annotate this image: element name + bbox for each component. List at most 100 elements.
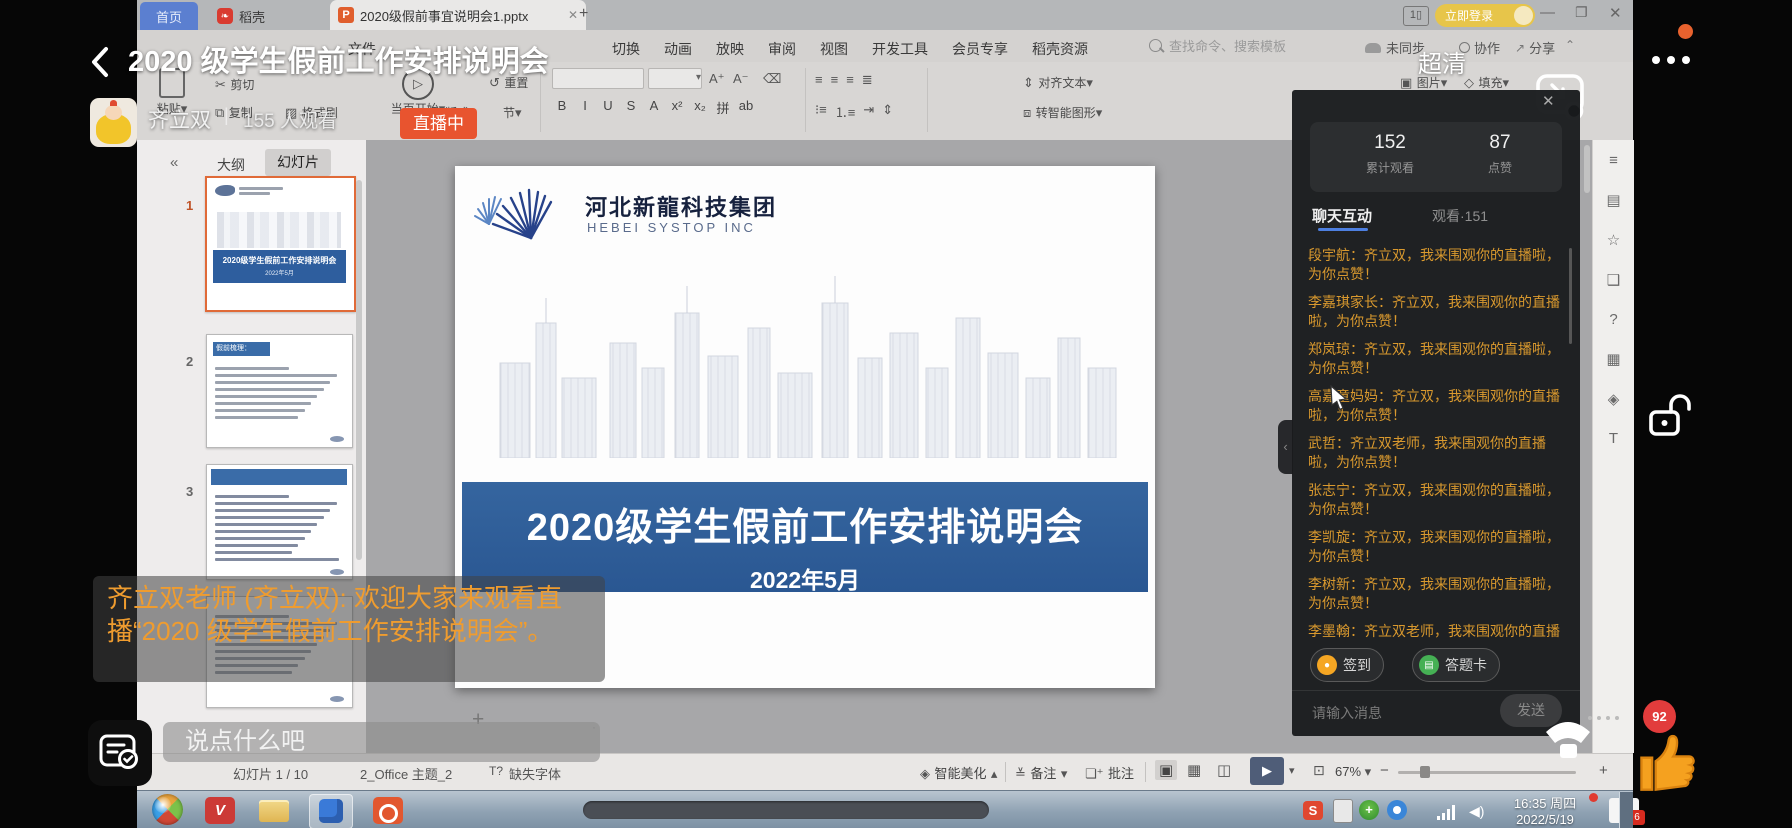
thumbs-up-button[interactable]: [1626, 722, 1702, 798]
menu-item[interactable]: 开发工具: [872, 39, 928, 59]
clock[interactable]: 16:35 周四 2022/5/19: [1499, 793, 1591, 827]
stream-quality-button[interactable]: 超清: [1418, 44, 1466, 79]
align-buttons-row2[interactable]: ⁝≡ ⒈≡ ⇥ ⇕: [815, 102, 893, 121]
taskbar-app-folder[interactable]: [259, 800, 289, 822]
device-icon[interactable]: 1▯: [1403, 6, 1429, 26]
font-style-button[interactable]: A: [644, 98, 664, 117]
comments-button[interactable]: ❏⁺ 批注: [1085, 763, 1134, 783]
chat-close-icon[interactable]: ✕: [1542, 92, 1555, 110]
tray-circle-icon[interactable]: [1387, 800, 1407, 820]
login-button[interactable]: 立即登录: [1435, 4, 1535, 27]
start-button[interactable]: [152, 794, 183, 825]
font-style-button[interactable]: 拼: [713, 98, 733, 117]
comment-input[interactable]: 说点什么吧: [163, 722, 600, 762]
align-text-button[interactable]: ⇕ 对齐文本▾: [1023, 74, 1093, 92]
new-tab-button[interactable]: +: [579, 5, 588, 23]
slide-thumbnail-3[interactable]: [206, 464, 353, 580]
notes-button[interactable]: ≚ 备注 ▾: [1015, 763, 1067, 783]
chat-input-placeholder[interactable]: 请输入消息: [1312, 703, 1382, 723]
menu-item[interactable]: 放映: [716, 39, 744, 59]
tray-shield-icon[interactable]: +: [1359, 800, 1379, 820]
number-list-icon[interactable]: ⒈≡: [835, 102, 856, 121]
font-style-button[interactable]: x²: [667, 98, 687, 117]
more-menu-icon[interactable]: [1652, 56, 1690, 64]
tab-home[interactable]: 首页: [140, 2, 198, 30]
menu-item[interactable]: 动画: [664, 39, 692, 59]
status-missing-font[interactable]: 缺失字体: [509, 764, 561, 783]
tab-chat-interaction[interactable]: 聊天互动: [1312, 205, 1372, 226]
unlock-button[interactable]: [1644, 390, 1694, 446]
comment-panel-button[interactable]: [88, 720, 152, 786]
tab-docer[interactable]: ❧ 稻壳: [209, 2, 307, 30]
tab-close-icon[interactable]: ✕: [568, 8, 578, 22]
zoom-slider-knob[interactable]: [1420, 766, 1430, 778]
thumbnail-scrollbar[interactable]: [356, 180, 362, 560]
zoom-level[interactable]: 67% ▾: [1335, 764, 1371, 780]
right-strip-icon[interactable]: ▤: [1602, 191, 1626, 209]
font-style-button[interactable]: I: [575, 98, 595, 117]
right-strip-icon[interactable]: ?: [1602, 311, 1626, 328]
font-style-button[interactable]: S: [621, 98, 641, 117]
tray-volume-icon[interactable]: ◀): [1469, 803, 1484, 820]
font-style-button[interactable]: U: [598, 98, 618, 117]
tab-file-active[interactable]: P 2020级假前事宜说明会1.pptx ✕: [330, 0, 586, 30]
font-size-select[interactable]: ▾: [648, 68, 702, 89]
window-minimize-button[interactable]: —: [1540, 4, 1555, 21]
window-restore-button[interactable]: ❐: [1575, 4, 1588, 21]
right-strip-icon[interactable]: T: [1602, 430, 1626, 447]
right-strip-icon[interactable]: ≡: [1602, 152, 1626, 169]
menu-item[interactable]: 切换: [612, 39, 640, 59]
slideshow-play-button[interactable]: ▶: [1250, 757, 1284, 785]
fit-window-icon[interactable]: ⊡: [1313, 762, 1325, 779]
ribbon-collapse-icon[interactable]: ⌃: [1565, 38, 1575, 52]
align-buttons-row1[interactable]: ≡≡≡≣: [815, 72, 873, 88]
zoom-out-button[interactable]: −: [1380, 762, 1389, 779]
slide-thumbnail-1[interactable]: 2020级学生假前工作安排说明会 2022年5月: [205, 176, 356, 312]
align-left-icon[interactable]: ≡: [815, 72, 823, 88]
sign-in-button[interactable]: ● 签到: [1310, 648, 1384, 682]
panel-tab-outline[interactable]: 大纲: [217, 155, 245, 175]
canvas-scrollbar[interactable]: [1584, 145, 1590, 193]
tab-watchers[interactable]: 观看·151: [1432, 206, 1488, 226]
view-normal-icon[interactable]: ▣: [1155, 760, 1177, 780]
indent-icon[interactable]: ⇥: [863, 102, 874, 121]
view-reading-icon[interactable]: ◫: [1217, 761, 1231, 779]
streamer-avatar[interactable]: [90, 98, 137, 147]
panel-tab-slides[interactable]: 幻灯片: [265, 149, 331, 176]
taskbar-app-1[interactable]: V: [205, 797, 235, 824]
tray-clipboard-icon[interactable]: [1333, 799, 1353, 823]
font-grow-button[interactable]: A⁺: [709, 70, 725, 88]
beautify-button[interactable]: ◈ 智能美化 ▴: [920, 763, 997, 783]
status-theme[interactable]: 2_Office 主题_2: [360, 764, 452, 783]
menu-item[interactable]: 审阅: [768, 39, 796, 59]
menu-item[interactable]: 视图: [820, 39, 848, 59]
chat-scrollbar[interactable]: [1569, 248, 1572, 344]
zoom-in-button[interactable]: +: [1599, 762, 1608, 779]
font-style-button[interactable]: B: [552, 98, 572, 117]
font-style-button[interactable]: ab: [736, 98, 756, 117]
right-strip-icon[interactable]: ☆: [1602, 231, 1626, 249]
linespace-icon[interactable]: ⇕: [882, 102, 893, 121]
section-button[interactable]: 节▾: [503, 104, 522, 122]
slide-thumbnail-2[interactable]: 假前梳理：: [206, 334, 353, 448]
more-dots-icon[interactable]: [1588, 716, 1619, 720]
align-right-icon[interactable]: ≡: [846, 72, 854, 88]
taskbar-window-bar[interactable]: [583, 801, 989, 819]
bullet-list-icon[interactable]: ⁝≡: [815, 102, 827, 121]
right-strip-icon[interactable]: ▦: [1602, 350, 1626, 368]
taskbar-app-2[interactable]: [373, 797, 403, 824]
play-dropdown-icon[interactable]: ▾: [1289, 764, 1295, 777]
panel-collapse-icon[interactable]: «: [170, 154, 178, 171]
tray-sogou-icon[interactable]: S: [1303, 801, 1323, 820]
back-button[interactable]: [86, 44, 114, 80]
menu-item[interactable]: 会员专享: [952, 39, 1008, 59]
smart-graphic-button[interactable]: ⧈ 转智能图形▾: [1023, 104, 1102, 122]
font-shrink-button[interactable]: A⁻: [733, 70, 749, 88]
right-strip-icon[interactable]: ❑: [1602, 271, 1626, 289]
clear-format-button[interactable]: ⌫: [763, 70, 781, 88]
view-sorter-icon[interactable]: ▦: [1187, 761, 1201, 779]
align-justify-icon[interactable]: ≣: [862, 72, 873, 88]
right-strip-icon[interactable]: ◈: [1602, 390, 1626, 408]
window-close-button[interactable]: ✕: [1609, 4, 1622, 22]
command-search[interactable]: 查找命令、搜索模板: [1149, 36, 1286, 55]
